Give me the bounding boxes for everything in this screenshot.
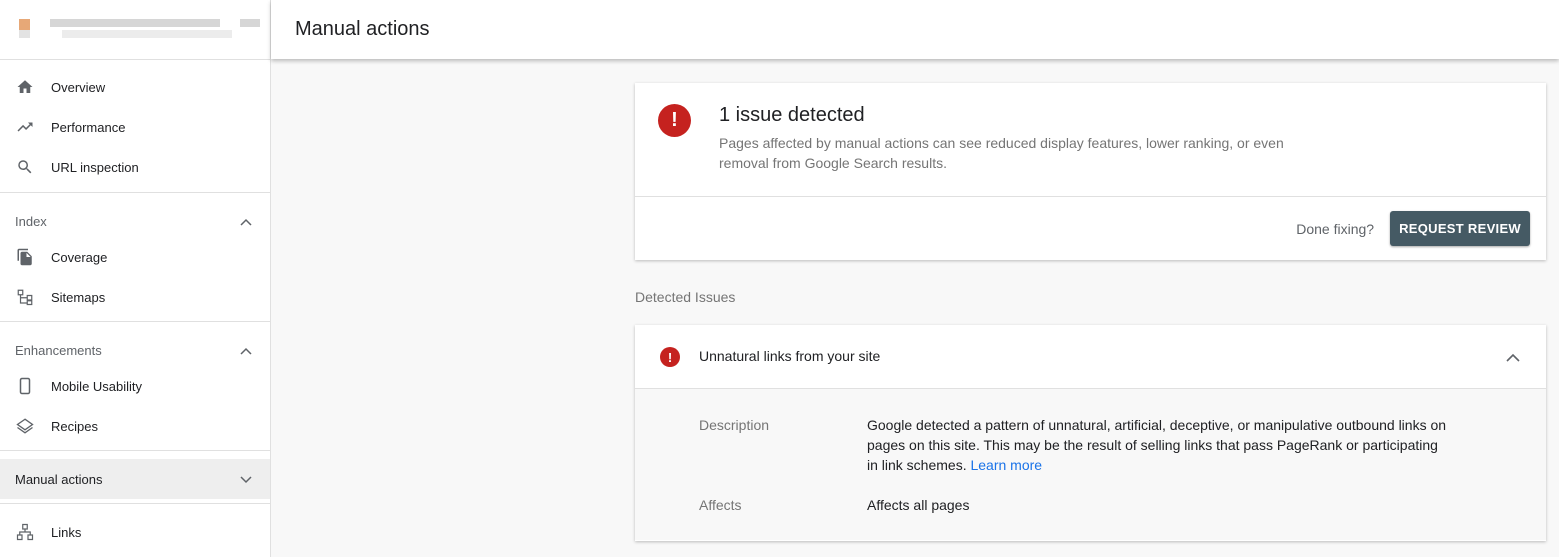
sidebar-section-index: Index Coverage Sitemaps xyxy=(0,192,270,321)
sitemap-icon xyxy=(16,288,34,306)
issue-header[interactable]: ! Unnatural links from your site xyxy=(635,325,1546,389)
issue-count-title: 1 issue detected xyxy=(719,104,865,126)
chevron-up-icon xyxy=(240,343,252,358)
property-name-blurred xyxy=(240,19,260,27)
learn-more-link[interactable]: Learn more xyxy=(970,457,1042,473)
sidebar-item-label: Links xyxy=(51,524,82,540)
property-name-blurred xyxy=(62,30,232,38)
sidebar-item-recipes[interactable]: Recipes xyxy=(0,406,270,446)
sidebar-item-label: Coverage xyxy=(51,249,108,265)
sidebar-section-links: Links xyxy=(0,503,270,556)
sidebar-item-url-inspection[interactable]: URL inspection xyxy=(0,147,270,187)
sidebar: Overview Performance URL inspection Inde… xyxy=(0,0,271,557)
description-value: Google detected a pattern of unnatural, … xyxy=(867,415,1447,475)
property-name-blurred xyxy=(50,19,220,27)
sidebar-item-performance[interactable]: Performance xyxy=(0,107,270,147)
summary-description: Pages affected by manual actions can see… xyxy=(719,135,1284,171)
chevron-up-icon xyxy=(240,214,252,229)
section-label: Enhancements xyxy=(15,342,102,358)
sidebar-item-overview[interactable]: Overview xyxy=(0,67,270,107)
property-selector[interactable] xyxy=(0,0,270,60)
page-header: Manual actions xyxy=(271,0,1559,59)
sidebar-item-coverage[interactable]: Coverage xyxy=(0,237,270,277)
layers-icon xyxy=(16,417,34,435)
sidebar-item-mobile-usability[interactable]: Mobile Usability xyxy=(0,366,270,406)
sidebar-section-manual-actions: Manual actions xyxy=(0,450,270,503)
issue-card: ! Unnatural links from your site Descrip… xyxy=(635,325,1546,541)
issue-details: Description Google detected a pattern of… xyxy=(635,389,1546,540)
request-review-button[interactable]: REQUEST REVIEW xyxy=(1390,211,1530,246)
search-icon xyxy=(16,158,34,176)
section-header-manual-actions[interactable]: Manual actions xyxy=(0,459,270,499)
sidebar-item-label: Overview xyxy=(51,79,106,95)
error-icon: ! xyxy=(658,104,691,137)
done-fixing-label: Done fixing? xyxy=(1296,220,1375,237)
error-icon: ! xyxy=(660,347,680,367)
sidebar-item-sitemaps[interactable]: Sitemaps xyxy=(0,277,270,317)
sidebar-item-links[interactable]: Links xyxy=(0,512,270,552)
home-icon xyxy=(16,78,34,96)
affects-value: Affects all pages xyxy=(867,497,970,513)
issue-title: Unnatural links from your site xyxy=(699,348,881,364)
sidebar-item-label: Sitemaps xyxy=(51,289,106,305)
property-favicon-blur xyxy=(19,30,30,38)
section-label: Index xyxy=(15,213,47,229)
detected-issues-heading: Detected Issues xyxy=(635,289,736,305)
description-label: Description xyxy=(699,417,770,433)
trending-up-icon xyxy=(16,118,34,136)
chevron-down-icon xyxy=(240,472,252,487)
description-text: Google detected a pattern of unnatural, … xyxy=(867,417,1447,473)
summary-card: ! 1 issue detected Pages affected by man… xyxy=(635,83,1546,260)
section-label: Manual actions xyxy=(15,471,103,487)
affects-label: Affects xyxy=(699,497,742,513)
page-title: Manual actions xyxy=(295,18,430,40)
chevron-up-icon[interactable] xyxy=(1506,349,1520,367)
sidebar-item-label: URL inspection xyxy=(51,159,139,175)
sidebar-item-label: Performance xyxy=(51,119,126,135)
sidebar-section-enhancements: Enhancements Mobile Usability Recipes xyxy=(0,321,270,450)
sidebar-item-label: Recipes xyxy=(51,418,98,434)
phone-icon xyxy=(16,377,34,395)
property-favicon xyxy=(19,19,30,30)
copy-icon xyxy=(16,248,34,266)
sidebar-item-label: Mobile Usability xyxy=(51,378,143,394)
links-icon xyxy=(16,523,34,541)
